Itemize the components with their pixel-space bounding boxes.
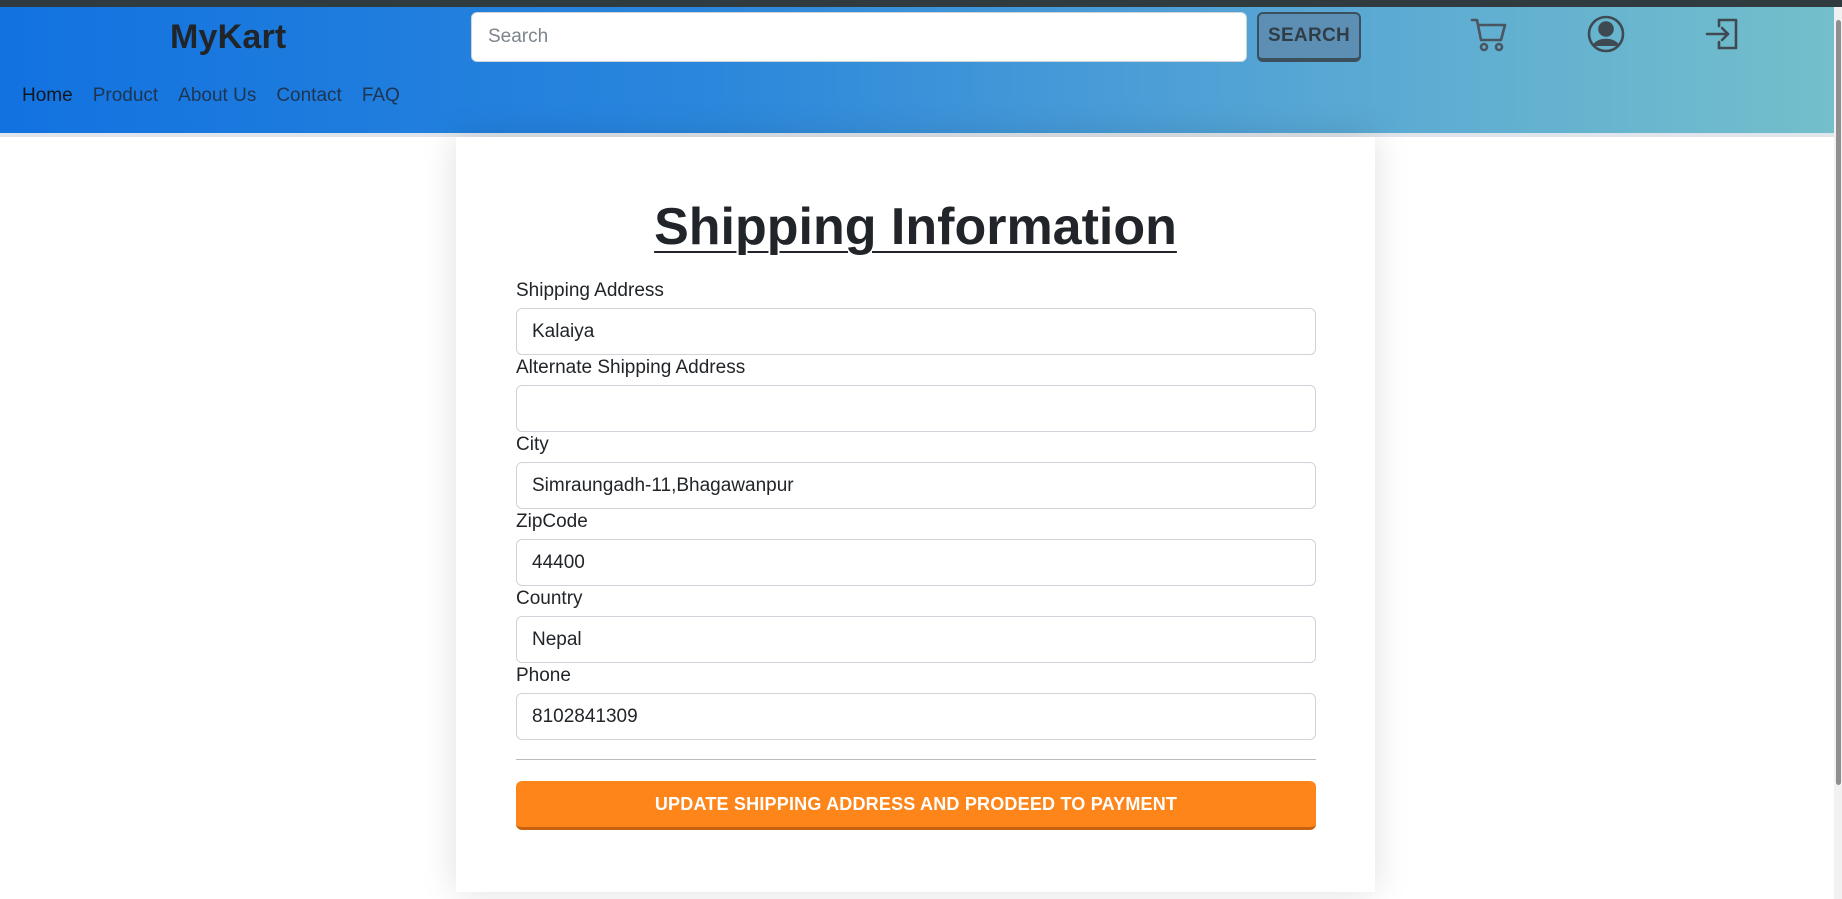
shipping-address-label: Shipping Address [516, 280, 664, 301]
alternate-shipping-address-input[interactable] [516, 385, 1316, 432]
page-title: Shipping Information [654, 198, 1177, 256]
city-input[interactable] [516, 462, 1316, 509]
login-icon[interactable] [1703, 14, 1743, 54]
cart-icon[interactable] [1469, 14, 1509, 54]
nav-contact[interactable]: Contact [276, 85, 341, 107]
city-label: City [516, 434, 549, 455]
shipping-address-input[interactable] [516, 308, 1316, 355]
brand-logo[interactable]: MyKart [170, 18, 286, 57]
user-account-icon[interactable] [1586, 14, 1626, 54]
phone-label: Phone [516, 665, 571, 686]
form-divider [516, 759, 1316, 760]
phone-input[interactable] [516, 693, 1316, 740]
scrollbar-thumb[interactable] [1836, 20, 1841, 785]
shipping-form-card: Shipping Information Shipping Address Al… [456, 137, 1375, 892]
main-nav: Home Product About Us Contact FAQ [22, 85, 420, 107]
zipcode-input[interactable] [516, 539, 1316, 586]
zipcode-label: ZipCode [516, 511, 588, 532]
update-shipping-and-pay-button[interactable]: UPDATE SHIPPING ADDRESS AND PRODEED TO P… [516, 781, 1316, 830]
site-header: MyKart SEARCH [0, 7, 1834, 133]
search-input[interactable] [471, 12, 1247, 62]
nav-home[interactable]: Home [22, 85, 73, 107]
country-input[interactable] [516, 616, 1316, 663]
country-label: Country [516, 588, 583, 609]
nav-about-us[interactable]: About Us [178, 85, 256, 107]
nav-product[interactable]: Product [93, 85, 158, 107]
window-top-strip [0, 0, 1842, 7]
page: MyKart SEARCH [0, 0, 1842, 899]
alternate-shipping-address-label: Alternate Shipping Address [516, 357, 746, 378]
nav-faq[interactable]: FAQ [362, 85, 400, 107]
search-button[interactable]: SEARCH [1257, 12, 1361, 62]
